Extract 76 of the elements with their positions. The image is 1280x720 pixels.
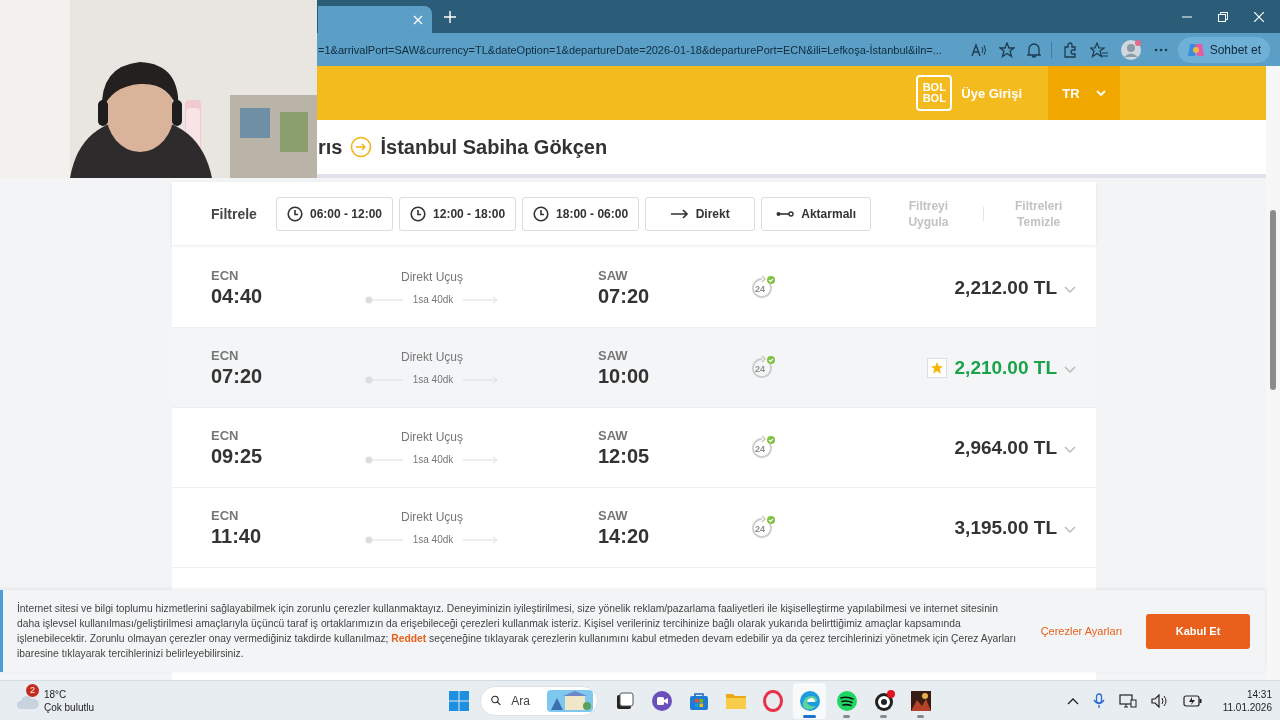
route-line-icon	[364, 295, 403, 304]
airport-code: SAW	[598, 347, 629, 363]
airport-code: ECN	[211, 427, 240, 443]
restore-icon[interactable]	[1218, 11, 1228, 22]
cookie-notice: İnternet sitesi ve bilgi toplumu hizmetlerini sağlayabilmek için zorunlu çerezler kullanmaktayız. Deneyiminizin iyileştirilmesi, size yönelik reklam/pazarlama faaliyetleri ile kişiselleştirme yapılabilmesi ve internet sitesinin daha işlevsel kullanılması/geliştirilmesi amaçlarıyla üçüncü taraf iş ortaklarımızın da erişebileceği çerezleri kullanmak isteriz. Kişisel verileriniz tercihinize bağlı olarak yukarıda belirttiğimiz amaçlar kapsamında işlenebilecektir. Zorunlu olmayan çerezler onay vermediğiniz takdirde kullanılmaz; Reddet seçeneğine tıklayarak çerezlerin kullanımını kabul etmeden devam edebilir ya da çerez tercihlerinizi yönetmek için Çerez Ayarları ibaresine tıklayarak tercihlerinizi belirleyebilirsiniz.	[17, 601, 1017, 661]
flight-type: Direkt Uçuş	[401, 510, 463, 524]
more-icon[interactable]	[1153, 47, 1168, 52]
notification-badge: 2	[26, 683, 39, 697]
clock[interactable]: 14:31 11.01.2026	[1222, 687, 1272, 714]
flight-type: Direkt Uçuş	[401, 350, 463, 364]
flight-duration: 1sa 40dk	[412, 454, 454, 465]
windows-logo-icon[interactable]	[449, 690, 470, 711]
route-arrow-icon	[463, 455, 500, 464]
route-origin: rıs	[318, 135, 343, 159]
flight-type: Direkt Uçuş	[401, 430, 463, 444]
search-field[interactable]: Ara	[509, 692, 540, 709]
route-arrow-icon	[463, 535, 500, 544]
flight-price: 2,212.00 TL	[954, 276, 1057, 299]
bell-icon[interactable]	[1026, 41, 1041, 58]
search-icon	[491, 693, 502, 708]
arrival-time: 12:05	[598, 444, 651, 468]
filter-button[interactable]: Direkt	[645, 196, 756, 231]
airport-code: SAW	[598, 267, 629, 283]
filter-button[interactable]: 18:00 - 06:00	[522, 196, 640, 231]
flight-price: 2,210.00 TL	[954, 356, 1057, 379]
departure-time: 09:25	[211, 444, 264, 468]
star-icon[interactable]	[998, 41, 1015, 58]
route-destination: İstanbul Sabiha Gökçen	[380, 135, 608, 159]
extensions-icon[interactable]	[1061, 41, 1078, 58]
route-line-icon	[364, 535, 403, 544]
temperature[interactable]: 18°C	[44, 687, 95, 701]
weather-condition[interactable]: Çok bulutlu	[44, 700, 95, 714]
route-line-icon	[364, 455, 403, 464]
flight-duration: 1sa 40dk	[412, 294, 454, 305]
arrival-time: 07:20	[598, 284, 651, 308]
flight-row[interactable]: ECN 07:20 Direkt Uçuş 1sa 40dk SAW 10:00 24 2,210.00 TL	[172, 328, 1096, 408]
clock-icon	[410, 205, 427, 222]
flight-duration: 1sa 40dk	[412, 534, 454, 545]
search-bar[interactable]: Ara	[480, 685, 599, 716]
filter-button[interactable]: 12:00 - 18:00	[399, 196, 517, 231]
new-tab-icon[interactable]	[444, 10, 456, 23]
clock-icon	[533, 205, 550, 222]
profile-icon[interactable]	[1119, 38, 1142, 61]
filter-label: Filtrele	[211, 205, 258, 222]
departure-time: 11:40	[211, 524, 263, 548]
departure-time: 07:20	[211, 364, 264, 388]
filter-button[interactable]: 06:00 - 12:00	[276, 196, 394, 231]
copilot-button[interactable]: Sohbet et	[1177, 36, 1270, 63]
route-line-icon	[364, 375, 403, 384]
airport-code: SAW	[598, 427, 629, 443]
favorites-icon[interactable]	[1089, 41, 1108, 58]
chevron-down-icon	[1095, 89, 1106, 97]
airport-code: ECN	[211, 507, 240, 523]
airport-code: ECN	[211, 267, 240, 283]
flight-duration: 1sa 40dk	[412, 374, 454, 385]
scrollbar-thumb[interactable]	[1270, 210, 1276, 390]
read-aloud-icon[interactable]	[970, 42, 987, 57]
search-highlight-icon[interactable]	[547, 689, 594, 712]
filter-button[interactable]: Aktarmalı	[761, 196, 872, 231]
flight-type: Direkt Uçuş	[401, 270, 463, 284]
route-arrow-icon	[463, 375, 500, 384]
flight-price: 3,195.00 TL	[954, 516, 1057, 539]
browser-icon[interactable]	[793, 682, 827, 719]
departure-time: 04:40	[211, 284, 264, 308]
close-tab-icon[interactable]	[413, 14, 423, 25]
clock-icon	[287, 205, 303, 222]
arrival-time: 10:00	[598, 364, 651, 388]
close-icon[interactable]	[1254, 11, 1264, 22]
airport-code: ECN	[211, 347, 240, 363]
connection-icon	[776, 209, 795, 218]
arrow-circle-icon	[350, 136, 373, 158]
route-arrow-icon	[463, 295, 500, 304]
airport-code: SAW	[598, 507, 629, 523]
flight-price: 2,964.00 TL	[954, 436, 1057, 459]
arrival-time: 14:20	[598, 524, 651, 548]
arrow-icon	[670, 208, 689, 219]
